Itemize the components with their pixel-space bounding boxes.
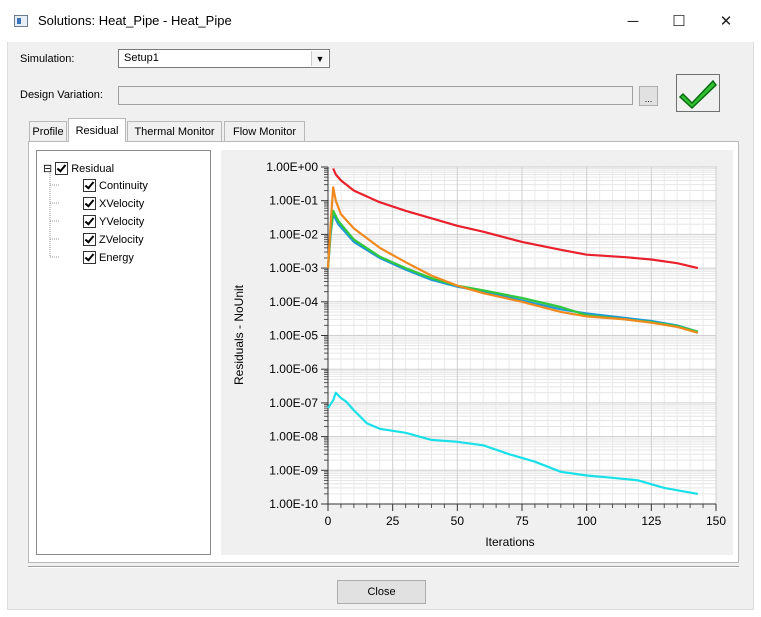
tab-residual[interactable]: Residual bbox=[68, 118, 126, 142]
checkbox[interactable] bbox=[83, 233, 96, 246]
solution-status-indicator bbox=[676, 74, 720, 112]
collapse-icon[interactable]: ⊟ bbox=[43, 162, 52, 175]
close-window-button[interactable]: ✕ bbox=[703, 4, 749, 38]
x-axis-label: Iterations bbox=[485, 535, 534, 549]
x-tick-label: 25 bbox=[386, 514, 400, 528]
y-tick-label: 1.00E-07 bbox=[269, 396, 318, 410]
simulation-select[interactable]: Setup1 ▼ bbox=[118, 49, 330, 68]
y-tick-label: 1.00E-10 bbox=[269, 497, 318, 511]
checkbox[interactable] bbox=[83, 215, 96, 228]
y-tick-label: 1.00E-09 bbox=[269, 463, 318, 477]
maximize-button[interactable]: ☐ bbox=[656, 4, 702, 38]
tree-item-label: ZVelocity bbox=[99, 233, 144, 246]
chevron-down-icon[interactable]: ▼ bbox=[311, 51, 328, 66]
x-tick-label: 50 bbox=[451, 514, 465, 528]
separator bbox=[28, 566, 739, 568]
checkbox[interactable] bbox=[83, 197, 96, 210]
minimize-button[interactable]: ─ bbox=[610, 4, 656, 38]
window-title: Solutions: Heat_Pipe - Heat_Pipe bbox=[38, 13, 232, 28]
browse-button[interactable]: ... bbox=[639, 86, 658, 106]
y-axis-label: Residuals - NoUnit bbox=[232, 284, 246, 385]
tab-profile[interactable]: Profile bbox=[29, 121, 67, 141]
x-tick-label: 100 bbox=[577, 514, 597, 528]
tab-thermal-monitor[interactable]: Thermal Monitor bbox=[127, 121, 222, 141]
tree-item-continuity[interactable]: Continuity bbox=[83, 179, 148, 192]
close-button[interactable]: Close bbox=[337, 580, 426, 604]
app-window-icon bbox=[14, 15, 28, 27]
tree-item-label: Energy bbox=[99, 251, 134, 264]
tree-item-zvelocity[interactable]: ZVelocity bbox=[83, 233, 144, 246]
design-variation-label: Design Variation: bbox=[20, 89, 103, 101]
tree-item-label: YVelocity bbox=[99, 215, 145, 228]
y-tick-label: 1.00E-06 bbox=[269, 362, 318, 376]
checkbox[interactable] bbox=[55, 162, 69, 175]
y-tick-label: 1.00E-01 bbox=[269, 194, 318, 208]
simulation-label: Simulation: bbox=[20, 53, 75, 65]
design-variation-field[interactable] bbox=[118, 86, 633, 105]
tab-flow-monitor[interactable]: Flow Monitor bbox=[224, 121, 305, 141]
y-tick-label: 1.00E-03 bbox=[269, 261, 318, 275]
tree-item-yvelocity[interactable]: YVelocity bbox=[83, 215, 144, 228]
x-tick-label: 75 bbox=[515, 514, 529, 528]
tree-item-energy[interactable]: Energy bbox=[83, 251, 134, 264]
y-tick-label: 1.00E-04 bbox=[269, 295, 318, 309]
y-tick-label: 1.00E-02 bbox=[269, 227, 318, 241]
tree-item-label: XVelocity bbox=[99, 197, 145, 210]
x-tick-label: 0 bbox=[325, 514, 332, 528]
checkbox[interactable] bbox=[83, 251, 96, 264]
checkbox[interactable] bbox=[83, 179, 96, 192]
x-tick-label: 150 bbox=[706, 514, 726, 528]
y-tick-label: 1.00E+00 bbox=[266, 160, 318, 174]
residual-chart-panel: 1.00E+00 1.00E-01 1.00E-02 1.00E-03 1.00E-04… bbox=[221, 150, 733, 555]
y-tick-label: 1.00E-08 bbox=[269, 430, 318, 444]
checkmark-icon bbox=[678, 79, 717, 110]
tree-item-label: Continuity bbox=[99, 179, 148, 192]
x-tick-label: 125 bbox=[641, 514, 661, 528]
tree-item-xvelocity[interactable]: XVelocity bbox=[83, 197, 144, 210]
simulation-value: Setup1 bbox=[124, 52, 159, 64]
tree-root-label: Residual bbox=[71, 162, 115, 175]
residual-tree: ⊟ Residual Continuity XVelocity YVelocit… bbox=[36, 150, 211, 555]
tree-root[interactable]: ⊟ Residual bbox=[43, 162, 114, 175]
y-tick-label: 1.00E-05 bbox=[269, 329, 318, 343]
residual-chart[interactable]: 1.00E+00 1.00E-01 1.00E-02 1.00E-03 1.00E-04… bbox=[221, 150, 733, 555]
